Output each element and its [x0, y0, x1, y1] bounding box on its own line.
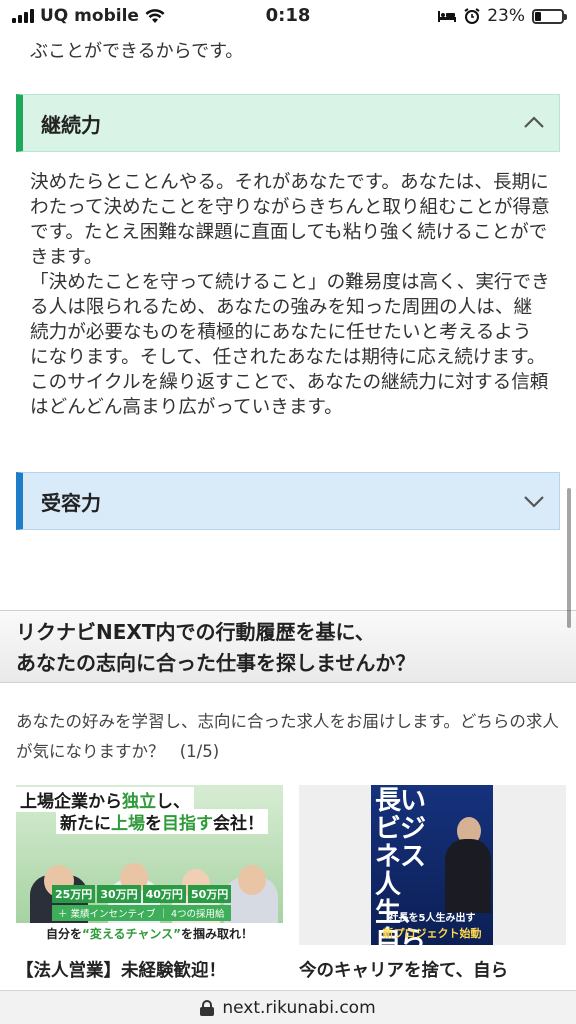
accordion-paragraph: 「決めたことを守って続けること」の難易度は高く、実行できる人は限られるため、あな… [30, 272, 550, 418]
salary-badge: 50万円 [187, 885, 232, 903]
alarm-icon [464, 8, 480, 24]
recommendation-heading: リクナビNEXT内での行動履歴を基に、 あなたの志向に合った仕事を探しませんか？ [0, 611, 576, 683]
job-card[interactable]: 長いビジネス人生、自ら切り拓け 社長を5人生み出す 新プロジェクト始動 今のキャ… [299, 785, 566, 991]
salary-badges: 25万円 30万円 40万円 50万円 [52, 885, 232, 903]
address-bar[interactable]: next.rikunabi.com [0, 990, 576, 1024]
recommendation-counter: (1/5) [179, 742, 220, 761]
job-recommendation-panel: リクナビNEXT内での行動履歴を基に、 あなたの志向に合った仕事を探しませんか？… [0, 610, 576, 990]
url-host: next.rikunabi.com [222, 997, 376, 1018]
salary-badge: 40万円 [142, 885, 186, 903]
person-figure [238, 865, 266, 895]
accordion-header-receptiveness[interactable]: 受容力 [16, 472, 560, 530]
cellular-signal-icon [12, 9, 34, 23]
chevron-down-icon [524, 496, 544, 508]
recommendation-description-text: あなたの好みを学習し、志向に合った求人をお届けします。どちらの求人が気になります… [16, 712, 559, 761]
status-left: UQ mobile [12, 6, 165, 26]
poster: 長いビジネス人生、自ら切り拓け 社長を5人生み出す 新プロジェクト始動 [371, 785, 493, 945]
image-text: 自分を [45, 927, 82, 941]
status-right: 23% [437, 6, 567, 26]
job-card-image[interactable]: 長いビジネス人生、自ら切り拓け 社長を5人生み出す 新プロジェクト始動 [299, 785, 566, 945]
accordion-body-continuity: 決めたらとことんやる。それがあなたです。あなたは、長期にわたって決めたことを守り… [30, 170, 550, 420]
job-card-image[interactable]: 上場企業から独立し、 新たに上場を目指す会社！ 25万円 30万円 40万円 5… [16, 785, 283, 945]
person-figure [445, 839, 491, 913]
accordion-title: 継続力 [41, 112, 101, 137]
poster-subline: 社長を5人生み出す [388, 913, 476, 924]
recommendation-description: あなたの好みを学習し、志向に合った求人をお届けします。どちらの求人が気になります… [0, 683, 576, 767]
image-text-highlight: 目指す [162, 814, 213, 834]
job-card-title[interactable]: 今のキャリアを捨て、自ら [299, 945, 566, 985]
battery-percent: 23% [487, 6, 525, 26]
article-content: ぶことができるからです。 継続力 決めたらとことんやる。それがあなたです。あなた… [0, 0, 576, 610]
image-text-highlight: 上場 [111, 814, 145, 834]
recommendation-heading-line: あなたの志向に合った仕事を探しませんか？ [16, 651, 416, 675]
recommendation-heading-line: リクナビNEXT内での行動履歴を基に、 [16, 620, 375, 644]
job-card[interactable]: 上場企業から独立し、 新たに上場を目指す会社！ 25万円 30万円 40万円 5… [16, 785, 283, 991]
image-text: 新たに [60, 814, 111, 834]
chevron-up-icon [524, 116, 544, 128]
job-card-carousel[interactable]: 上場企業から独立し、 新たに上場を目指す会社！ 25万円 30万円 40万円 5… [16, 785, 576, 991]
salary-badge: 25万円 [52, 885, 96, 903]
status-bar: UQ mobile 0:18 23% [0, 0, 576, 34]
job-card-title[interactable]: 【法人営業】未経験歓迎！ [16, 945, 283, 985]
accordion-paragraph: 決めたらとことんやる。それがあなたです。あなたは、長期にわたって決めたことを守り… [30, 172, 550, 268]
wifi-icon [145, 8, 165, 23]
image-headline: 新たに上場を目指す会社！ [56, 809, 268, 834]
accordion-title: 受容力 [41, 490, 101, 515]
image-text: を掴み取れ！ [181, 927, 254, 941]
battery-icon [532, 8, 567, 24]
battery-fill [535, 11, 541, 21]
accordion-header-continuity[interactable]: 継続力 [16, 94, 560, 152]
bed-icon [438, 11, 457, 22]
scrollbar-thumb[interactable] [567, 488, 571, 628]
image-text-highlight: “変えるチャンス” [81, 927, 182, 941]
previous-paragraph-last-line: ぶことができるからです。 [30, 41, 244, 62]
image-slogan: 自分を“変えるチャンス”を掴み取れ！ [16, 923, 283, 945]
carrier-name: UQ mobile [40, 6, 139, 26]
image-text: 会社！ [213, 814, 264, 834]
lock-icon [200, 999, 215, 1016]
image-text: を [145, 814, 162, 834]
poster-subline: 新プロジェクト始動 [382, 927, 482, 940]
salary-badge: 30万円 [97, 885, 141, 903]
incentive-strip: ＋ 業績インセンティブ ｜ 4つの採用給 [52, 905, 231, 921]
